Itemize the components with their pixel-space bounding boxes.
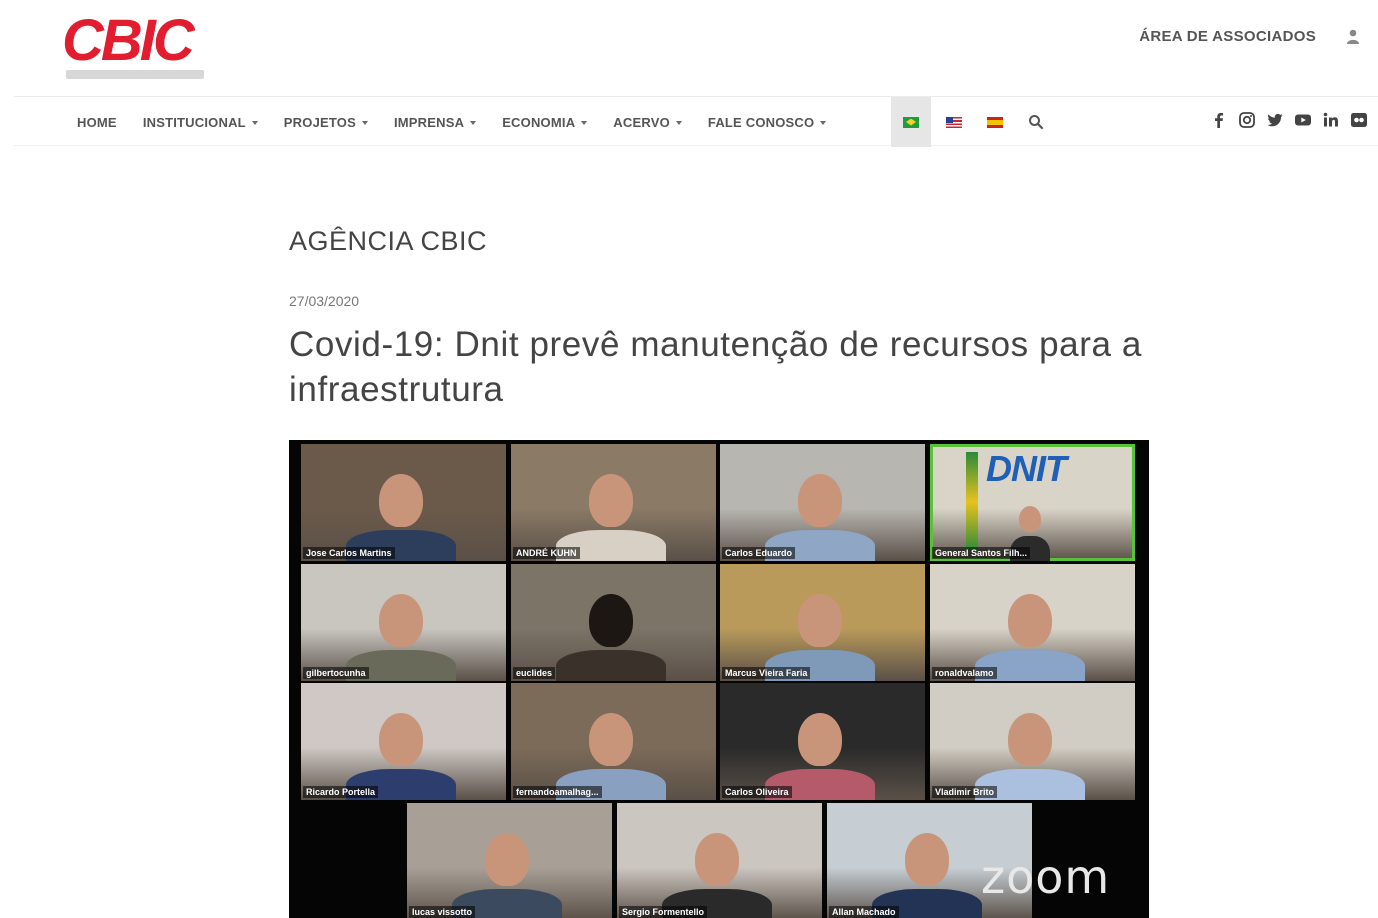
participant-head	[379, 713, 423, 766]
section-title: AGÊNCIA CBIC	[289, 226, 488, 256]
nav-item-label: ECONOMIA	[502, 114, 576, 130]
participant-name-label: gilbertocunha	[303, 667, 369, 679]
participant-name-label: Ricardo Portella	[303, 786, 379, 798]
article-image-zoom-meeting: Allan Machado Sergio Formentello lucas vis…	[289, 440, 1149, 918]
nav-item-label: HOME	[77, 114, 117, 130]
participant-head	[798, 713, 842, 766]
participant-head	[905, 833, 949, 886]
participant-head	[589, 474, 633, 527]
nav-item-acervo[interactable]: ACERVO	[613, 115, 682, 130]
article-date: 27/03/2020	[289, 293, 360, 309]
search-icon[interactable]	[1028, 114, 1044, 130]
participant-head	[695, 833, 739, 886]
brazil-flag-icon	[903, 116, 919, 128]
nav-item-home[interactable]: HOME	[77, 115, 117, 130]
site-header: CBIC ÁREA DE ASSOCIADOS	[0, 0, 1378, 96]
participant-name-label: General Santos Filh...	[932, 547, 1031, 559]
nav-item-label: IMPRENSA	[393, 114, 465, 130]
nav-item-institucional[interactable]: INSTITUCIONAL	[143, 115, 258, 130]
participant-video-tile: Carlos Eduardo	[720, 444, 925, 561]
nav-item-fale-conosco[interactable]: FALE CONOSCO	[707, 114, 827, 130]
participant-video-tile: Vladimir Brito	[930, 683, 1135, 800]
logo-underline	[66, 70, 204, 79]
nav-item-label: INSTITUCIONAL	[142, 114, 246, 130]
participant-video-tile: euclides	[511, 564, 716, 681]
zoom-logo: zoom	[981, 850, 1111, 904]
nav-item-imprensa[interactable]: IMPRENSA	[393, 114, 477, 130]
caret-down-icon	[470, 121, 477, 126]
participant-video-tile: DNIT General Santos Filh...	[930, 444, 1135, 561]
participant-head	[1008, 594, 1052, 647]
participant-video-tile: lucas vissotto	[407, 803, 612, 918]
twitter-icon[interactable]	[1266, 111, 1284, 129]
participant-video-tile: Sergio Formentello	[617, 803, 822, 918]
participant-name-label: lucas vissotto	[409, 906, 476, 918]
participant-name-label: Marcus Vieira Faria	[722, 667, 811, 679]
participant-head	[798, 594, 842, 647]
participant-head	[379, 594, 423, 647]
nav-item-economia[interactable]: ECONOMIA	[502, 114, 588, 130]
participant-video-tile: Carlos Oliveira	[720, 683, 925, 800]
participant-name-label: Carlos Oliveira	[722, 786, 792, 798]
nav-item-projetos[interactable]: PROJETOS	[284, 115, 368, 130]
language-en[interactable]	[934, 97, 974, 147]
instagram-icon[interactable]	[1238, 111, 1256, 129]
associates-area-link[interactable]: ÁREA DE ASSOCIADOS	[1139, 28, 1316, 45]
caret-down-icon	[581, 121, 588, 126]
caret-down-icon	[675, 121, 682, 126]
language-pt[interactable]	[891, 97, 931, 147]
participant-video-tile: gilbertocunha	[301, 564, 506, 681]
social-links	[1210, 111, 1368, 129]
spain-flag-icon	[987, 116, 1003, 128]
participant-head	[1008, 713, 1052, 766]
participant-head	[589, 713, 633, 766]
language-es[interactable]	[975, 97, 1015, 147]
article-title: Covid-19: Dnit prevê manutenção de recur…	[289, 325, 1142, 409]
nav-item-label: FALE CONOSCO	[707, 114, 815, 130]
participant-head	[589, 594, 633, 647]
participant-name-label: Sergio Formentello	[619, 906, 708, 918]
flickr-icon[interactable]	[1350, 111, 1368, 129]
nav-item-label: PROJETOS	[283, 114, 356, 130]
usa-flag-icon	[946, 116, 962, 128]
participant-video-tile: Marcus Vieira Faria	[720, 564, 925, 681]
participant-video-tile: Jose Carlos Martins	[301, 444, 506, 561]
flag-pole-decoration	[966, 452, 978, 552]
cbic-logo[interactable]: CBIC	[62, 10, 212, 82]
facebook-icon[interactable]	[1210, 111, 1228, 129]
youtube-icon[interactable]	[1294, 111, 1312, 129]
participant-name-label: ronaldvalamo	[932, 667, 997, 679]
participant-name-label: Carlos Eduardo	[722, 547, 796, 559]
participant-video-tile: ronaldvalamo	[930, 564, 1135, 681]
participant-video-tile: Ricardo Portella	[301, 683, 506, 800]
nav-menu: HOME INSTITUCIONAL PROJETOS IMPRENSA ECONOMI…	[77, 97, 852, 147]
user-icon[interactable]	[1346, 28, 1360, 46]
participant-head	[798, 474, 842, 527]
participant-name-label: fernandoamalhag...	[513, 786, 602, 798]
logo-text: CBIC	[62, 8, 195, 73]
participant-head	[379, 474, 423, 527]
linkedin-icon[interactable]	[1322, 111, 1340, 129]
participant-head	[485, 833, 529, 886]
nav-item-label: ACERVO	[613, 114, 670, 130]
participant-video-tile: fernandoamalhag...	[511, 683, 716, 800]
caret-down-icon	[361, 121, 368, 126]
participant-body	[556, 650, 666, 681]
participant-video-tile: ANDRÉ KUHN	[511, 444, 716, 561]
participant-name-label: Vladimir Brito	[932, 786, 998, 798]
participant-head	[1019, 506, 1041, 533]
dnit-logo: DNIT	[986, 448, 1067, 489]
participant-name-label: Jose Carlos Martins	[303, 547, 395, 559]
participant-name-label: ANDRÉ KUHN	[513, 547, 580, 559]
caret-down-icon	[251, 121, 258, 126]
participant-name-label: Allan Machado	[829, 906, 899, 918]
caret-down-icon	[820, 121, 827, 126]
participant-name-label: euclides	[513, 667, 556, 679]
main-navigation: HOME INSTITUCIONAL PROJETOS IMPRENSA ECONOMI…	[14, 96, 1378, 147]
